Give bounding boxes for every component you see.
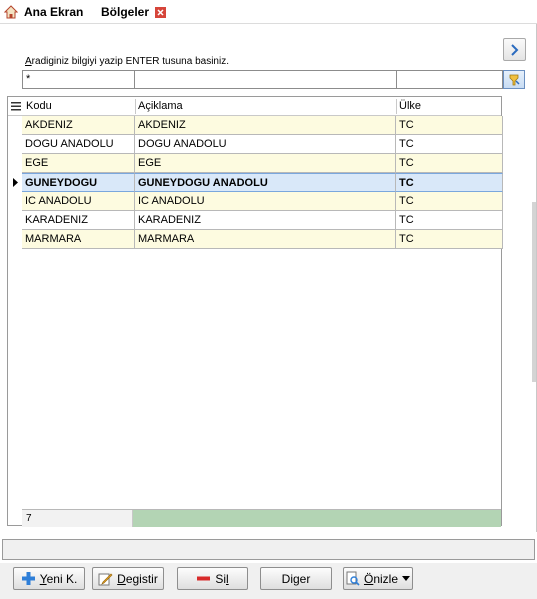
button-label: Degistir bbox=[117, 571, 158, 586]
cell-kodu[interactable]: AKDENIZ bbox=[22, 116, 135, 135]
cell-aciklama[interactable]: AKDENIZ bbox=[135, 116, 396, 135]
cell-kodu[interactable]: MARMARA bbox=[22, 230, 135, 249]
table-row[interactable]: KARADENIZ KARADENIZ TC bbox=[8, 211, 503, 230]
tab-label: Ana Ekran bbox=[24, 5, 84, 19]
row-indicator bbox=[8, 192, 23, 211]
cell-ulke[interactable]: TC bbox=[396, 154, 503, 173]
preview-icon bbox=[345, 571, 360, 586]
row-indicator bbox=[8, 173, 23, 192]
delete-button[interactable]: Sil bbox=[177, 567, 248, 590]
hint-accesskey: A bbox=[25, 56, 32, 67]
table-row[interactable]: DOGU ANADOLU DOGU ANADOLU TC bbox=[8, 135, 503, 154]
column-menu-icon[interactable] bbox=[11, 101, 21, 112]
grid-header: Kodu Açiklama Ülke bbox=[8, 97, 501, 116]
hint-text: radiginiz bilgiyi yazip ENTER tusuna bas… bbox=[31, 56, 229, 67]
cell-aciklama[interactable]: MARMARA bbox=[135, 230, 396, 249]
other-button[interactable]: Diger bbox=[260, 567, 332, 590]
tab-label: Bölgeler bbox=[101, 5, 150, 19]
status-bar bbox=[2, 539, 535, 560]
edit-button[interactable]: Degistir bbox=[92, 567, 164, 590]
table-row[interactable]: EGE EGE TC bbox=[8, 154, 503, 173]
content-panel: Aradiginiz bilgiyi yazip ENTER tusuna ba… bbox=[0, 24, 537, 532]
chevron-down-icon bbox=[401, 575, 410, 581]
cell-kodu[interactable]: KARADENIZ bbox=[22, 211, 135, 230]
row-indicator bbox=[8, 211, 23, 230]
preview-button[interactable]: Önizle bbox=[343, 567, 400, 590]
cell-ulke[interactable]: TC bbox=[396, 230, 503, 249]
filter-button[interactable] bbox=[503, 70, 525, 89]
cell-ulke[interactable]: TC bbox=[396, 116, 503, 135]
home-icon bbox=[3, 5, 19, 19]
cell-aciklama[interactable]: KARADENIZ bbox=[135, 211, 396, 230]
column-header-ulke[interactable]: Ülke bbox=[396, 97, 502, 116]
cell-kodu[interactable]: IC ANADOLU bbox=[22, 192, 135, 211]
footer-summary-bar bbox=[133, 510, 501, 527]
cell-aciklama[interactable]: EGE bbox=[135, 154, 396, 173]
row-indicator bbox=[8, 135, 23, 154]
cell-kodu[interactable]: EGE bbox=[22, 154, 135, 173]
current-row-arrow-icon bbox=[13, 178, 18, 187]
row-indicator bbox=[8, 230, 23, 249]
filter-kodu-input[interactable]: * bbox=[22, 70, 135, 89]
table-row[interactable]: AKDENIZ AKDENIZ TC bbox=[8, 116, 503, 135]
minus-icon bbox=[196, 571, 211, 586]
column-header-kodu[interactable]: Kodu bbox=[23, 97, 135, 116]
data-grid: Kodu Açiklama Ülke AKDENIZ AKDENIZ TC DO… bbox=[7, 96, 503, 527]
table-row[interactable]: IC ANADOLU IC ANADOLU TC bbox=[8, 192, 503, 211]
table-row-selected[interactable]: GUNEYDOGU GUNEYDOGU ANADOLU TC bbox=[8, 173, 503, 192]
chevron-right-icon bbox=[510, 43, 518, 56]
cell-kodu[interactable]: GUNEYDOGU bbox=[22, 173, 135, 192]
cell-aciklama[interactable]: DOGU ANADOLU bbox=[135, 135, 396, 154]
search-hint: Aradiginiz bilgiyi yazip ENTER tusuna ba… bbox=[25, 56, 229, 67]
row-indicator bbox=[8, 154, 23, 173]
filter-ulke-input[interactable] bbox=[396, 70, 503, 89]
row-indicator bbox=[8, 116, 23, 135]
button-label: Yeni K. bbox=[39, 571, 78, 586]
close-icon[interactable] bbox=[155, 6, 167, 18]
plus-icon bbox=[21, 571, 36, 586]
tab-ana-ekran[interactable]: Ana Ekran bbox=[3, 2, 84, 22]
cell-ulke[interactable]: TC bbox=[396, 192, 503, 211]
cell-ulke[interactable]: TC bbox=[396, 211, 503, 230]
filter-aciklama-input[interactable] bbox=[134, 70, 397, 89]
table-row[interactable]: MARMARA MARMARA TC bbox=[8, 230, 503, 249]
column-header-aciklama[interactable]: Açiklama bbox=[135, 97, 396, 116]
edit-pencil-icon bbox=[98, 571, 113, 586]
preview-dropdown-button[interactable] bbox=[399, 567, 413, 590]
grid-footer: 7 bbox=[22, 509, 501, 527]
record-count: 7 bbox=[22, 510, 133, 527]
button-label: Diger bbox=[281, 571, 311, 586]
expand-button[interactable] bbox=[503, 38, 526, 61]
filter-icon bbox=[509, 74, 520, 85]
cell-ulke[interactable]: TC bbox=[396, 173, 503, 192]
cell-aciklama[interactable]: IC ANADOLU bbox=[135, 192, 396, 211]
cell-ulke[interactable]: TC bbox=[396, 135, 503, 154]
tab-strip: Ana Ekran Bölgeler bbox=[0, 0, 537, 24]
button-label: Sil bbox=[215, 571, 229, 586]
button-bar: Yeni K. Degistir Sil Diger Önizle bbox=[0, 563, 537, 599]
new-record-button[interactable]: Yeni K. bbox=[13, 567, 85, 590]
tab-bolgeler[interactable]: Bölgeler bbox=[101, 2, 167, 22]
button-label: Önizle bbox=[363, 571, 399, 586]
cell-aciklama[interactable]: GUNEYDOGU ANADOLU bbox=[135, 173, 396, 192]
cell-kodu[interactable]: DOGU ANADOLU bbox=[22, 135, 135, 154]
panel-scrollbar[interactable] bbox=[532, 202, 536, 382]
